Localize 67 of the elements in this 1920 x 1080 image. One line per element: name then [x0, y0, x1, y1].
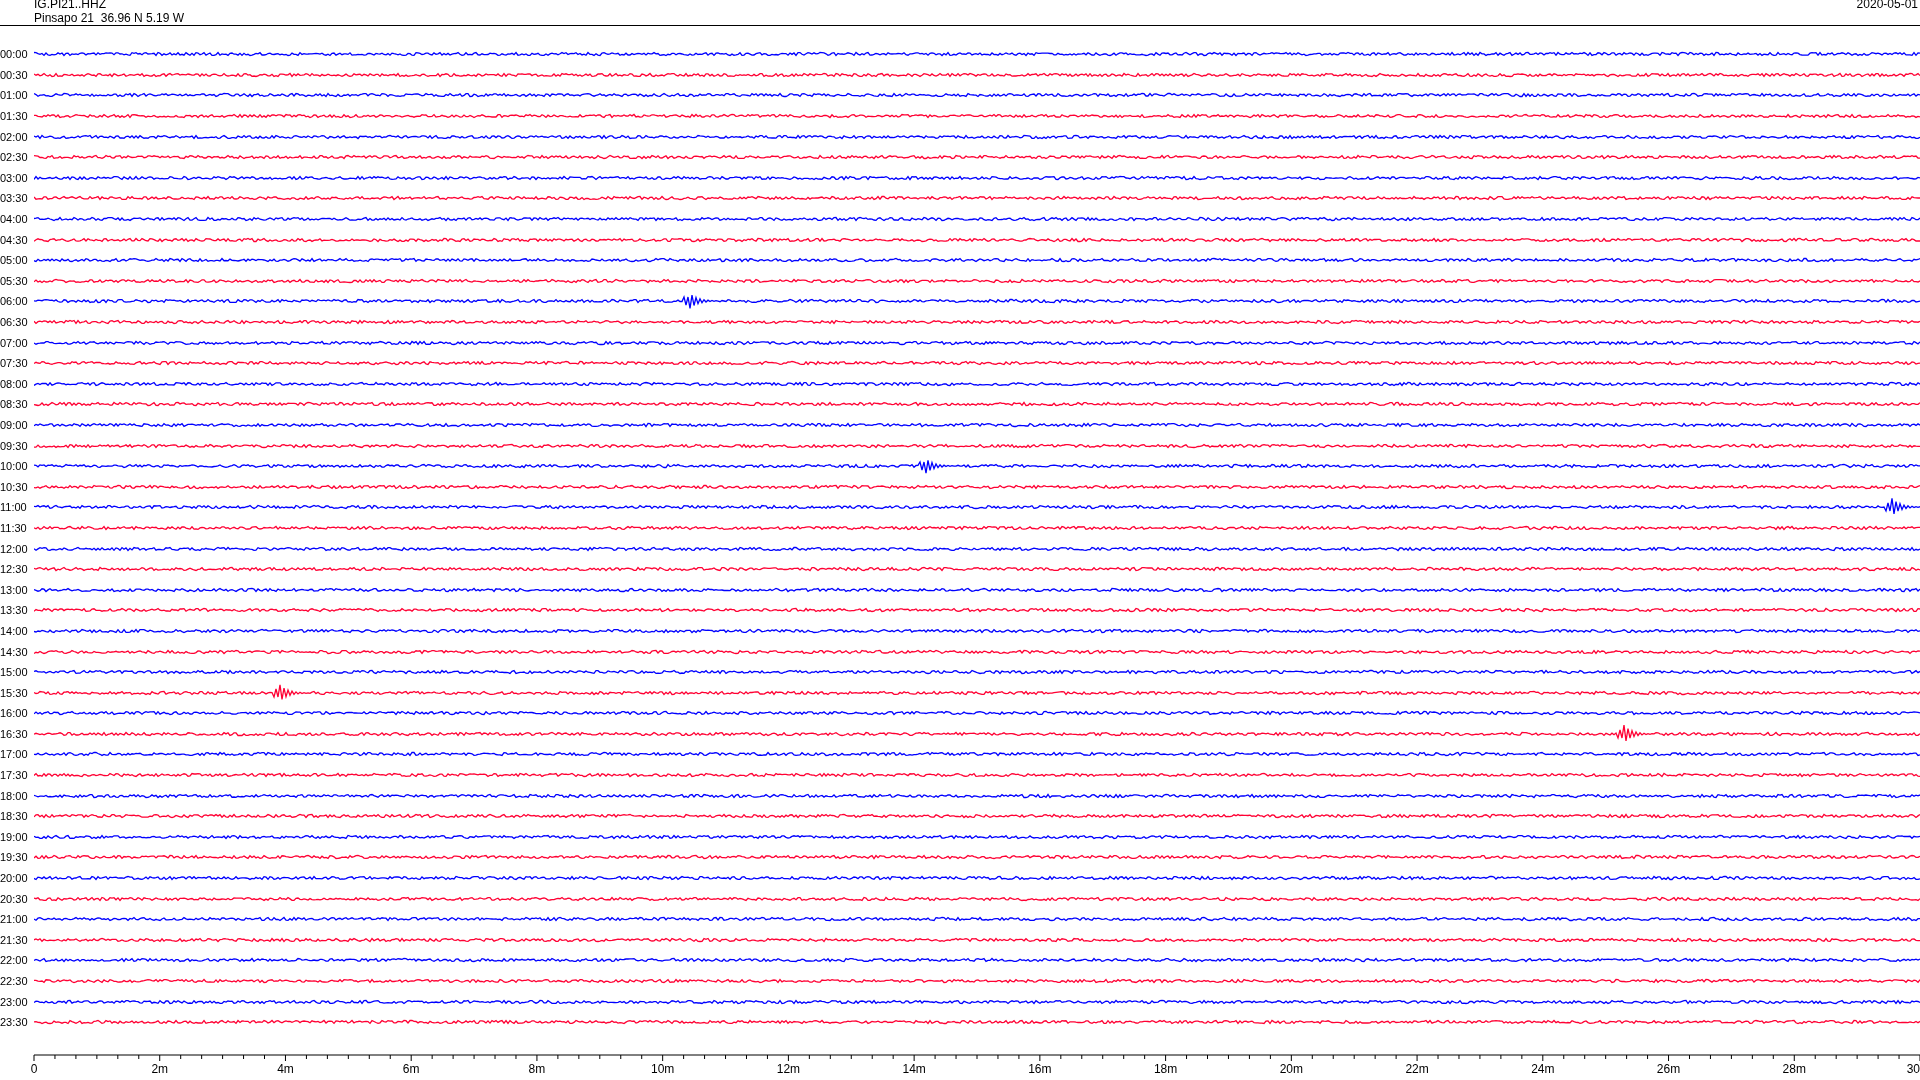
time-label: 11:30: [0, 521, 28, 534]
tick-label: 12m: [776, 1061, 801, 1076]
time-label: 01:30: [0, 110, 29, 123]
time-label: 11:00: [0, 501, 28, 514]
tick-label: 28m: [1782, 1061, 1806, 1076]
tick-label: 16m: [1028, 1061, 1052, 1076]
time-label: 22:30: [0, 975, 29, 987]
date-label: 2020-05-01: [1856, 0, 1918, 13]
tick-label: 26m: [1656, 1061, 1681, 1076]
tick-label: 20m: [1279, 1061, 1303, 1076]
time-label: 03:30: [0, 192, 29, 205]
time-label: 18:00: [0, 789, 29, 802]
channel-code: IG.PI21..HHZ: [34, 0, 108, 11]
time-label: 05:30: [0, 274, 29, 287]
tick-label: 2m: [151, 1061, 169, 1076]
time-label: 20:30: [0, 892, 29, 905]
time-label: 02:00: [0, 130, 29, 143]
time-label: 00:30: [0, 68, 29, 81]
time-label: 12:00: [0, 542, 29, 555]
time-label: 15:30: [0, 686, 29, 699]
time-label: 18:30: [0, 810, 29, 823]
time-label: 08:00: [0, 377, 29, 390]
time-label: 14:00: [0, 624, 29, 637]
time-label: 10:00: [0, 460, 29, 473]
time-label: 14:30: [0, 645, 29, 658]
time-label: 17:30: [0, 769, 29, 782]
time-label: 07:00: [0, 336, 29, 349]
time-label: 12:30: [0, 563, 29, 576]
time-label: 13:30: [0, 604, 29, 617]
time-label: 16:30: [0, 727, 29, 740]
station-info: Pinsapo 21 36.96 N 5.19 W: [34, 11, 185, 25]
time-label: 23:00: [0, 995, 29, 1008]
time-label: 17:00: [0, 748, 29, 761]
tick-label: 30: [1906, 1061, 1920, 1076]
time-label: 23:30: [0, 1016, 29, 1029]
time-label: 19:30: [0, 851, 29, 864]
time-label: 16:00: [0, 707, 29, 720]
time-label: 09:00: [0, 419, 29, 431]
time-label: 20:00: [0, 872, 29, 885]
time-label: 03:00: [0, 171, 29, 184]
time-label: 21:30: [0, 933, 29, 946]
time-label: 13:00: [0, 583, 29, 596]
tick-label: 14m: [902, 1061, 926, 1076]
time-label: 19:00: [0, 830, 29, 843]
tick-label: 4m: [277, 1061, 294, 1076]
time-label: 09:30: [0, 439, 29, 452]
tick-label: 8m: [528, 1061, 546, 1076]
time-label: 02:30: [0, 151, 29, 164]
time-label: 21:00: [0, 913, 29, 926]
time-label: 15:00: [0, 666, 29, 679]
time-label: 00:00: [0, 48, 29, 61]
time-label: 07:30: [0, 357, 29, 370]
tick-label: 10m: [651, 1061, 675, 1076]
tick-label: 18m: [1153, 1061, 1178, 1076]
time-label: 04:30: [0, 233, 29, 246]
time-label: 05:00: [0, 254, 29, 267]
tick-label: 22m: [1405, 1061, 1429, 1076]
tick-label: 24m: [1531, 1061, 1555, 1076]
tick-label: 0: [30, 1061, 38, 1076]
time-label: 01:00: [0, 89, 29, 102]
time-label: 10:30: [0, 480, 29, 493]
time-label: 06:00: [0, 295, 29, 308]
time-label: 08:30: [0, 398, 29, 411]
time-label: 04:00: [0, 213, 29, 226]
time-label: 22:00: [0, 954, 29, 967]
time-label: 06:30: [0, 316, 29, 328]
tick-label: 6m: [402, 1061, 420, 1076]
